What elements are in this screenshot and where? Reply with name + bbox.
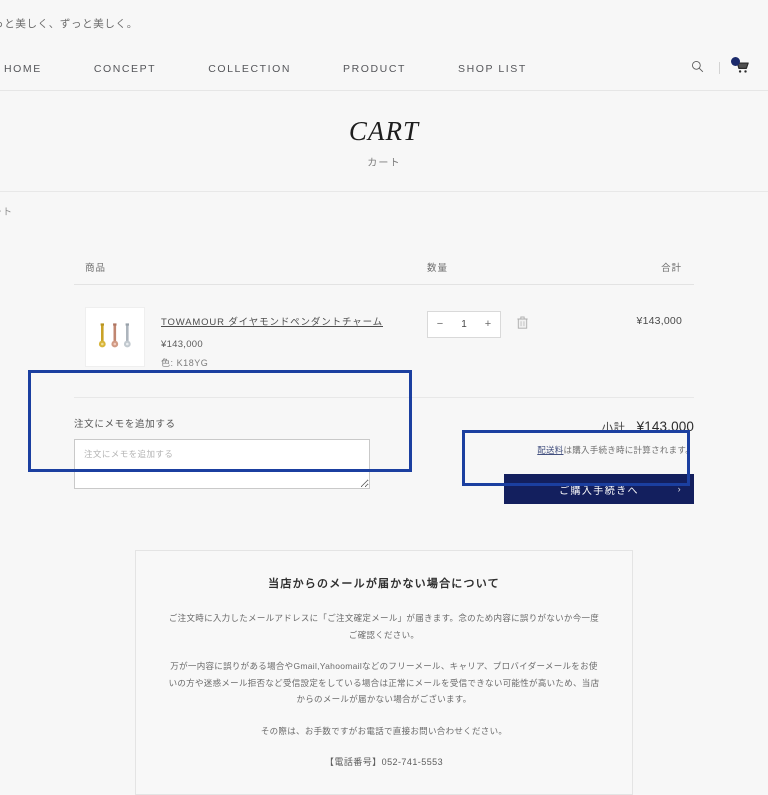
shipping-note: 配送料は購入手続き時に計算されます。 (484, 444, 694, 456)
product-info: TOWAMOUR ダイヤモンドペンダントチャーム ¥143,000 色: K18… (161, 307, 383, 371)
cart-item-product-cell: TOWAMOUR ダイヤモンドペンダントチャーム ¥143,000 色: K18… (74, 307, 415, 371)
info-panel-paragraph-2: 万が一内容に誤りがある場合やGmail,Yahoomailなどのフリーメール、キ… (166, 658, 602, 708)
nav-item-collection[interactable]: COLLECTION (182, 59, 317, 77)
pendant-charms-image (93, 320, 137, 354)
search-icon (691, 60, 704, 76)
remove-item-button[interactable] (514, 315, 530, 333)
sidebar-item-shop-list[interactable]: SHOP LIST (432, 63, 553, 75)
nav-item-shop-list[interactable]: SHOP LIST (432, 59, 553, 77)
page-subtitle: カート (0, 154, 768, 169)
page-title: CART (0, 117, 768, 147)
quantity-increase-button[interactable]: + (476, 313, 500, 336)
nav-item-product[interactable]: PRODUCT (317, 59, 432, 77)
nav-list: HOME CONCEPT COLLECTION PRODUCT SHOP LIS… (0, 59, 553, 77)
breadcrumb: カート (0, 192, 768, 218)
page-title-block: CART カート (0, 91, 768, 192)
product-title-link[interactable]: TOWAMOUR ダイヤモンドペンダントチャーム (161, 317, 383, 328)
quantity-decrease-button[interactable]: − (428, 313, 452, 336)
cart-item-line-total: ¥143,000 (577, 307, 694, 327)
column-header-product: 商品 (74, 260, 385, 274)
checkout-button-label: ご購入手続きへ (559, 486, 639, 497)
info-panel-paragraph-1: ご注文時に入力したメールアドレスに「ご注文確定メール」が届きます。念のため内容に… (166, 610, 602, 643)
totals-block: 小計 ¥143,000 配送料は購入手続き時に計算されます。 ご購入手続きへ › (484, 416, 694, 504)
shipping-policy-link[interactable]: 配送料 (537, 445, 563, 455)
subtotal-value: ¥143,000 (637, 419, 694, 434)
product-variant: 色: K18YG (161, 357, 383, 371)
nav-item-concept[interactable]: CONCEPT (68, 59, 182, 77)
quantity-stepper[interactable]: − + (427, 311, 501, 338)
cart-button[interactable] (730, 56, 754, 80)
table-row: TOWAMOUR ダイヤモンドペンダントチャーム ¥143,000 色: K18… (74, 285, 694, 398)
cart-container: 商品 数量 合計 (74, 218, 694, 504)
subtotal-label: 小計 (602, 419, 626, 435)
quantity-input[interactable] (452, 319, 476, 330)
cart-footer: 注文にメモを追加する 小計 ¥143,000 配送料は購入手続き時に計算されます… (74, 398, 694, 504)
cart-page: もっと美しく、ずっと美しく。 HOME CONCEPT COLLECTION P… (0, 0, 768, 768)
checkout-button[interactable]: ご購入手続きへ › (504, 474, 694, 504)
info-panel-title: 当店からのメールが届かない場合について (166, 575, 602, 591)
info-panel-telephone: 【電話番号】052-741-5553 (166, 755, 602, 768)
order-note-block: 注文にメモを追加する (74, 416, 374, 494)
cart-table-header: 商品 数量 合計 (74, 260, 694, 285)
sidebar-item-product[interactable]: PRODUCT (317, 63, 432, 75)
email-delivery-info-panel: 当店からのメールが届かない場合について ご注文時に入力したメールアドレスに「ご注… (135, 550, 633, 794)
utility-bar: もっと美しく、ずっと美しく。 (0, 0, 768, 46)
sidebar-item-collection[interactable]: COLLECTION (182, 63, 317, 75)
nav-actions (685, 46, 754, 90)
order-note-input[interactable] (74, 439, 370, 489)
column-header-total: 合計 (577, 260, 694, 274)
cart-item-quantity-cell: − + (415, 307, 577, 338)
sidebar-item-home[interactable]: HOME (0, 63, 68, 75)
breadcrumb-current: カート (0, 207, 13, 218)
main-navigation: HOME CONCEPT COLLECTION PRODUCT SHOP LIS… (0, 46, 768, 91)
nav-item-home[interactable]: HOME (0, 59, 68, 77)
column-header-quantity: 数量 (385, 260, 577, 274)
info-panel-paragraph-3: その際は、お手数ですがお電話で直接お問い合わせください。 (166, 723, 602, 740)
search-button[interactable] (685, 56, 709, 80)
order-note-label: 注文にメモを追加する (74, 416, 374, 430)
subtotal-row: 小計 ¥143,000 (484, 419, 694, 435)
chevron-right-icon: › (678, 484, 682, 494)
trash-icon (517, 317, 528, 332)
nav-divider (719, 62, 720, 74)
sidebar-item-concept[interactable]: CONCEPT (68, 63, 182, 75)
product-thumbnail[interactable] (85, 307, 145, 367)
site-tagline: もっと美しく、ずっと美しく。 (0, 16, 138, 31)
shipping-note-text: は購入手続き時に計算されます。 (564, 445, 694, 455)
product-unit-price: ¥143,000 (161, 338, 383, 353)
cart-count-badge (731, 57, 740, 66)
